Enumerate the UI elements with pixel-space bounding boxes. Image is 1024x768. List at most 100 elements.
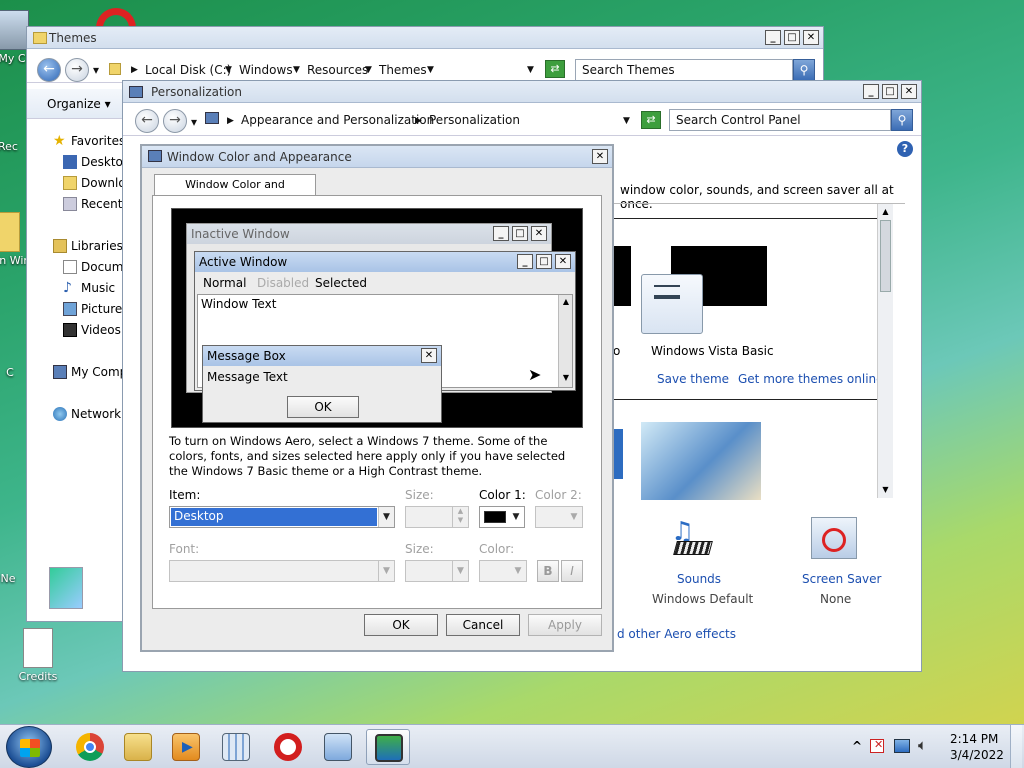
sounds-icon[interactable]: ♫ bbox=[669, 517, 717, 557]
breadcrumb-resources[interactable]: Resources bbox=[307, 63, 368, 77]
close-button[interactable]: ✕ bbox=[592, 149, 608, 164]
nav-desktop[interactable]: Desktop bbox=[63, 152, 131, 172]
sounds-label[interactable]: Sounds bbox=[677, 572, 721, 586]
apply-button[interactable]: Apply bbox=[528, 614, 602, 636]
desktop-icon-credits[interactable]: Credits bbox=[8, 628, 68, 683]
color2-picker[interactable]: ▼ bbox=[535, 506, 583, 528]
volume-icon[interactable]: 🔈︎ bbox=[918, 736, 927, 754]
taskbar-explorer[interactable] bbox=[116, 729, 160, 765]
action-center-icon[interactable]: ✕ bbox=[870, 738, 884, 753]
color1-picker[interactable]: ▼ bbox=[479, 506, 525, 528]
preview-window-text: Window Text bbox=[201, 297, 277, 311]
screen-saver-label[interactable]: Screen Saver bbox=[802, 572, 881, 586]
item-select[interactable]: Desktop ▼ bbox=[169, 506, 395, 528]
start-button[interactable] bbox=[6, 726, 52, 768]
ok-button[interactable]: OK bbox=[364, 614, 438, 636]
taskbar-calculator[interactable] bbox=[214, 729, 258, 765]
font-color-picker[interactable]: ▼ bbox=[479, 560, 527, 582]
nav-downloads[interactable]: Downlo bbox=[63, 173, 126, 193]
forward-button[interactable]: → bbox=[163, 109, 187, 133]
scroll-thumb[interactable] bbox=[880, 220, 891, 292]
taskbar-personalization-active[interactable] bbox=[366, 729, 410, 765]
minimize-button[interactable]: _ bbox=[863, 84, 879, 99]
scroll-up-button[interactable]: ▲ bbox=[878, 204, 893, 219]
chevron-icon[interactable]: ▶ bbox=[227, 116, 234, 126]
maximize-button[interactable]: □ bbox=[882, 84, 898, 99]
chevron-icon[interactable]: ▶ bbox=[131, 65, 138, 75]
maximize-button[interactable]: □ bbox=[784, 30, 800, 45]
font-size-select[interactable]: ▼ bbox=[405, 560, 469, 582]
minimize-button[interactable]: _ bbox=[765, 30, 781, 45]
network-tray-icon[interactable] bbox=[894, 739, 910, 753]
address-dropdown-icon[interactable]: ▼ bbox=[623, 116, 630, 126]
search-control-panel-input[interactable]: Search Control Panel bbox=[669, 109, 891, 131]
refresh-icon[interactable]: ⇄ bbox=[641, 111, 661, 129]
tab-window-color[interactable]: Window Color and Appearance bbox=[154, 174, 316, 211]
tray-expand-icon[interactable]: ^ bbox=[852, 739, 862, 753]
chevron-down-icon[interactable]: ▼ bbox=[508, 507, 524, 527]
search-themes-input[interactable]: Search Themes bbox=[575, 59, 793, 81]
recent-pages-icon[interactable]: ▾ bbox=[191, 115, 197, 129]
recent-pages-icon[interactable]: ▾ bbox=[93, 63, 99, 77]
chevron-down-icon[interactable]: ▼ bbox=[378, 561, 394, 581]
nav-videos[interactable]: Videos bbox=[63, 320, 121, 340]
clock-time[interactable]: 2:14 PM bbox=[950, 732, 998, 746]
theme-preview-partial[interactable] bbox=[611, 246, 631, 306]
taskbar-control-panel[interactable] bbox=[316, 729, 360, 765]
search-icon[interactable]: ⚲ bbox=[891, 109, 913, 131]
aero-effects-link[interactable]: d other Aero effects bbox=[617, 627, 736, 641]
theme-name[interactable]: Windows Vista Basic bbox=[651, 344, 774, 358]
preview-message-text: Message Text bbox=[207, 370, 288, 384]
close-button[interactable]: ✕ bbox=[901, 84, 917, 99]
nav-recent[interactable]: Recent bbox=[63, 194, 122, 214]
breadcrumb-personalization[interactable]: Personalization bbox=[429, 113, 520, 127]
nav-pictures[interactable]: Picture bbox=[63, 299, 122, 319]
chevron-down-icon[interactable]: ▼ bbox=[365, 65, 372, 75]
navigation-pane: ★ Favorites Desktop Downlo Recent Librari… bbox=[27, 119, 131, 621]
breadcrumb-themes[interactable]: Themes bbox=[379, 63, 427, 77]
cancel-button[interactable]: Cancel bbox=[446, 614, 520, 636]
show-desktop-button[interactable] bbox=[1010, 725, 1022, 768]
chevron-down-icon[interactable]: ▼ bbox=[427, 65, 434, 75]
get-more-themes-link[interactable]: Get more themes online bbox=[738, 372, 884, 386]
help-icon[interactable]: ? bbox=[897, 141, 913, 157]
breadcrumb-windows[interactable]: Windows bbox=[239, 63, 293, 77]
font-select[interactable]: ▼ bbox=[169, 560, 395, 582]
chevron-down-icon[interactable]: ▼ bbox=[293, 65, 300, 75]
chevron-down-icon[interactable]: ▼ bbox=[378, 507, 394, 527]
scroll-down-button[interactable]: ▼ bbox=[878, 482, 893, 497]
nav-network[interactable]: Network bbox=[53, 404, 121, 424]
forward-button[interactable]: → bbox=[65, 58, 89, 82]
back-button[interactable]: ← bbox=[37, 58, 61, 82]
bold-button[interactable]: B bbox=[537, 560, 559, 582]
nav-favorites[interactable]: ★ Favorites bbox=[53, 131, 125, 151]
save-theme-link[interactable]: Save theme bbox=[657, 372, 729, 386]
chevron-down-icon[interactable]: ▼ bbox=[510, 561, 526, 581]
nav-computer[interactable]: My Comp bbox=[53, 362, 127, 382]
nav-documents[interactable]: Docum bbox=[63, 257, 123, 277]
taskbar-media-player[interactable]: ▶ bbox=[164, 729, 208, 765]
chevron-down-icon[interactable]: ▼ bbox=[566, 507, 582, 527]
search-icon[interactable]: ⚲ bbox=[793, 59, 815, 81]
organize-button[interactable]: Organize ▾ bbox=[47, 97, 111, 111]
refresh-icon[interactable]: ⇄ bbox=[545, 60, 565, 78]
nav-libraries[interactable]: Libraries bbox=[53, 236, 123, 256]
close-button[interactable]: ✕ bbox=[803, 30, 819, 45]
spinner-arrows-icon[interactable]: ▲ ▼ bbox=[452, 507, 468, 527]
screen-saver-icon[interactable] bbox=[811, 517, 857, 559]
theme-photos-preview[interactable] bbox=[641, 422, 761, 500]
taskbar-chrome[interactable] bbox=[68, 729, 112, 765]
clock-date[interactable]: 3/4/2022 bbox=[950, 748, 1004, 762]
theme-list-scrollbar[interactable]: ▲ ▼ bbox=[877, 204, 893, 498]
nav-music[interactable]: ♪ Music bbox=[63, 278, 115, 298]
chevron-down-icon[interactable]: ▼ bbox=[225, 65, 232, 75]
chevron-down-icon[interactable]: ▼ bbox=[452, 561, 468, 581]
address-dropdown-icon[interactable]: ▼ bbox=[527, 65, 534, 75]
breadcrumb-local-disk[interactable]: Local Disk (C:) bbox=[145, 63, 231, 77]
italic-button[interactable]: I bbox=[561, 560, 583, 582]
chevron-icon[interactable]: ▶ bbox=[415, 116, 422, 126]
taskbar-opera[interactable] bbox=[266, 729, 310, 765]
size-stepper[interactable]: ▲ ▼ bbox=[405, 506, 469, 528]
breadcrumb-appearance[interactable]: Appearance and Personalization bbox=[241, 113, 434, 127]
back-button[interactable]: ← bbox=[135, 109, 159, 133]
